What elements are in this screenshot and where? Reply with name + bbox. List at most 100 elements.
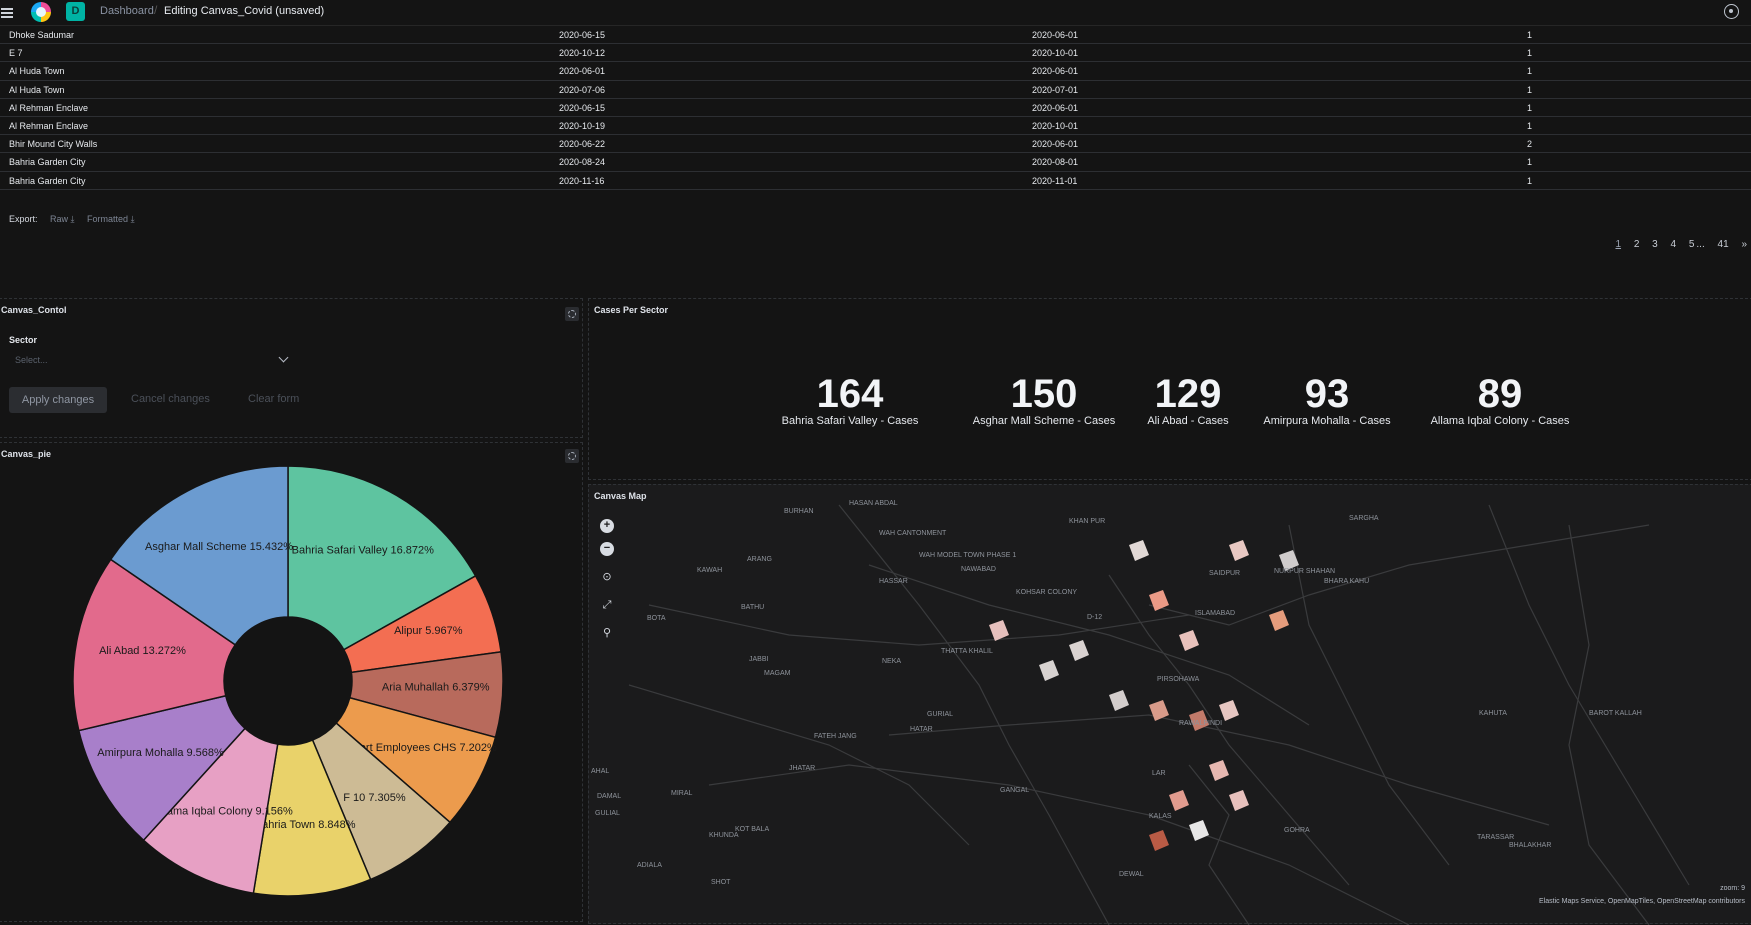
breadcrumb-dashboard[interactable]: Dashboard bbox=[100, 5, 154, 17]
fit-to-data-icon[interactable]: ⊙ bbox=[600, 570, 614, 584]
sector-select[interactable]: Select... bbox=[9, 351, 289, 371]
table-row: Bhir Mound City Walls 2020-06-22 2020-06-0… bbox=[0, 135, 1751, 154]
map-place-label: BHALAKHAR bbox=[1509, 842, 1551, 849]
map-place-label: PIRSOHAWA bbox=[1157, 676, 1200, 683]
map-road bbox=[1568, 524, 1650, 925]
map-region[interactable] bbox=[1219, 700, 1239, 721]
cancel-changes-button[interactable]: Cancel changes bbox=[131, 393, 210, 405]
map-region[interactable] bbox=[1229, 790, 1249, 811]
table-cell: 2020-06-01 bbox=[1032, 30, 1079, 40]
map-place-label: LAR bbox=[1152, 770, 1166, 777]
space-avatar[interactable]: D bbox=[66, 2, 85, 21]
breadcrumb-separator: / bbox=[154, 3, 158, 17]
metric-label: Bahria Safari Valley - Cases bbox=[781, 415, 919, 427]
select-placeholder: Select... bbox=[15, 355, 48, 365]
pie-slice-label: Asghar Mall Scheme 15.432% bbox=[145, 541, 293, 553]
metric-label: Allama Iqbal Colony - Cases bbox=[1430, 415, 1570, 427]
panel-options-gear-icon[interactable] bbox=[565, 449, 579, 463]
metric-bahria-safari-valley: 164 Bahria Safari Valley - Cases bbox=[771, 373, 929, 427]
table-cell: 1 bbox=[1527, 30, 1533, 40]
panel-title: Canvas Map bbox=[594, 491, 647, 501]
map-region[interactable] bbox=[1209, 760, 1229, 781]
map-place-label: D-12 bbox=[1087, 614, 1102, 621]
map-region[interactable] bbox=[1229, 540, 1249, 561]
table-cell: 2020-08-24 bbox=[559, 157, 606, 168]
metric-allama-iqbal-colony: 89 Allama Iqbal Colony - Cases bbox=[1417, 373, 1583, 427]
map-place-label: SAIDPUR bbox=[1209, 570, 1240, 577]
page-link-last[interactable]: 41 bbox=[1718, 239, 1729, 250]
map-place-label: KHUNDA bbox=[709, 832, 739, 839]
draw-shape-icon[interactable]: ⤢ bbox=[600, 598, 614, 612]
map-road bbox=[1188, 764, 1250, 925]
export-bar: Export: Raw ⤓ Formatted ⤓ bbox=[9, 214, 135, 225]
map-region[interactable] bbox=[989, 620, 1009, 641]
next-page-button[interactable]: » bbox=[1741, 239, 1747, 250]
table-row: E 7 2020-10-12 2020-10-01 1 bbox=[0, 44, 1751, 63]
map-place-label: KAWAH bbox=[697, 567, 722, 574]
panel-title: Canvas_pie bbox=[1, 449, 52, 459]
map-place-label: JHATAR bbox=[789, 765, 815, 772]
zoom-out-button[interactable]: − bbox=[600, 542, 614, 556]
map-region[interactable] bbox=[1179, 630, 1199, 651]
draw-bounds-icon[interactable]: ⚲ bbox=[600, 626, 614, 640]
sector-label: Sector bbox=[9, 335, 38, 345]
map-place-label: NEKA bbox=[882, 658, 901, 665]
map-region[interactable] bbox=[1149, 830, 1169, 851]
map-canvas[interactable]: BURHAN HASAN ABDAL WAH CANTONMENT WAH MODEL… bbox=[589, 485, 1751, 925]
map-region[interactable] bbox=[1039, 660, 1059, 681]
map-attribution[interactable]: Elastic Maps Service, OpenMapTiles, Open… bbox=[1539, 898, 1745, 905]
map-place-label: ARANG bbox=[747, 556, 772, 563]
table-cell: 1 bbox=[1527, 84, 1533, 95]
map-zoom-level: zoom: 9 bbox=[1720, 885, 1745, 892]
page-link-3[interactable]: 3 bbox=[1652, 239, 1658, 250]
map-place-label: MIRAL bbox=[671, 790, 693, 797]
map-region[interactable] bbox=[1169, 790, 1189, 811]
map-place-label: GOHRA bbox=[1284, 827, 1310, 834]
table-cell: 2020-06-15 bbox=[559, 102, 606, 113]
pie-slice-label: Alipur 5.967% bbox=[394, 625, 463, 637]
zoom-in-button[interactable]: + bbox=[600, 519, 614, 533]
pie-slice-label: Ali Abad 13.272% bbox=[99, 645, 186, 657]
map-region[interactable] bbox=[1129, 540, 1149, 561]
map-region[interactable] bbox=[1149, 590, 1169, 611]
page-link-1[interactable]: 1 bbox=[1615, 239, 1621, 250]
apply-changes-button[interactable]: Apply changes bbox=[9, 387, 107, 413]
map-place-label: KOHSAR COLONY bbox=[1016, 589, 1077, 596]
metric-label: Ali Abad - Cases bbox=[1147, 415, 1229, 427]
map-region[interactable] bbox=[1269, 610, 1289, 631]
map-place-label: BATHU bbox=[741, 604, 764, 611]
page-link-5[interactable]: 5 bbox=[1689, 239, 1695, 250]
kibana-logo-icon[interactable] bbox=[31, 2, 51, 22]
page-link-2[interactable]: 2 bbox=[1634, 239, 1640, 250]
chevron-down-icon bbox=[278, 352, 289, 363]
metrics-panel: Cases Per Sector 164 Bahria Safari Valle… bbox=[588, 298, 1751, 480]
map-region[interactable] bbox=[1149, 700, 1169, 721]
menu-icon[interactable] bbox=[0, 6, 14, 20]
table-row: Al Huda Town 2020-07-06 2020-07-01 1 bbox=[0, 81, 1751, 99]
panel-title: Canvas_Contol bbox=[1, 305, 67, 315]
page-link-4[interactable]: 4 bbox=[1671, 239, 1677, 250]
map-place-label: AHAL bbox=[591, 768, 609, 775]
panel-options-gear-icon[interactable] bbox=[565, 307, 579, 321]
pie-slice-label: Aria Muhallah 6.379% bbox=[382, 682, 490, 694]
table-cell: Al Huda Town bbox=[9, 66, 65, 77]
metric-ali-abad: 129 Ali Abad - Cases bbox=[1140, 373, 1236, 427]
map-place-label: KHAN PUR bbox=[1069, 518, 1105, 525]
table-cell: 1 bbox=[1527, 175, 1533, 186]
map-place-label: BAROT KALLAH bbox=[1589, 710, 1642, 717]
clear-form-button[interactable]: Clear form bbox=[248, 393, 299, 405]
top-nav-bar: D Dashboard / Editing Canvas_Covid (unsa… bbox=[0, 0, 1751, 26]
control-panel: Canvas_Contol Sector Select... Apply cha… bbox=[0, 298, 583, 438]
map-place-label: GANGAL bbox=[1000, 787, 1029, 794]
map-region[interactable] bbox=[1109, 690, 1129, 711]
table-cell: 2020-11-16 bbox=[559, 175, 605, 186]
map-region[interactable] bbox=[1189, 820, 1209, 841]
export-formatted-link[interactable]: Formatted ⤓ bbox=[87, 214, 135, 224]
export-raw-link[interactable]: Raw ⤓ bbox=[50, 214, 75, 224]
help-icon[interactable] bbox=[1724, 4, 1739, 19]
map-place-label: HATAR bbox=[910, 726, 933, 733]
table-cell: 1 bbox=[1527, 66, 1533, 77]
map-region[interactable] bbox=[1069, 640, 1089, 661]
map-place-label: KALAS bbox=[1149, 813, 1172, 820]
map-place-label: SARGHA bbox=[1349, 515, 1379, 522]
